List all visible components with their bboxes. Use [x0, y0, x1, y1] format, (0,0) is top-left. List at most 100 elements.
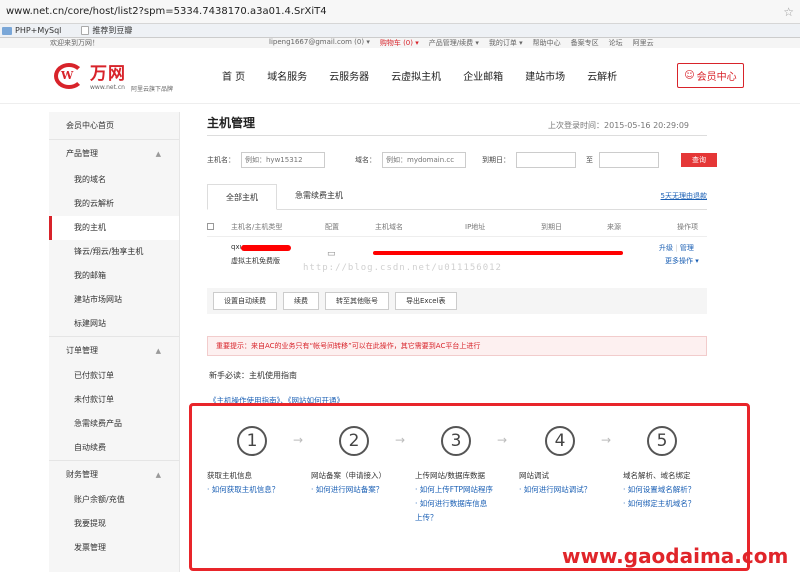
step-5-icon: 5: [647, 426, 677, 456]
step-4-icon: 4: [545, 426, 575, 456]
search-form: 主机名： 域名： 到期日： 至 查询: [207, 152, 800, 168]
sidebar-item-my-mail[interactable]: 我的邮箱: [49, 264, 179, 288]
step-1-title: 获取主机信息: [207, 471, 252, 480]
bookmark-douban[interactable]: 推荐到豆瓣: [81, 25, 132, 36]
query-button[interactable]: 查询: [681, 153, 717, 167]
site-topbar: 欢迎来到万网！ lipeng1667@gmail.com (0) ▾ 购物车 (…: [0, 38, 800, 48]
nav-virtual-host[interactable]: 云虚拟主机: [391, 68, 441, 83]
auto-renew-button[interactable]: 设置自动续费: [213, 292, 277, 310]
guide-links[interactable]: 《主机操作使用指南》、《网站如何开通》: [207, 395, 800, 406]
sidebar-item-auto-renew[interactable]: 自动续费: [49, 436, 179, 460]
col-domain: 主机域名: [375, 223, 403, 231]
redaction-line: [373, 251, 623, 255]
sidebar-item-dedicated-hosts[interactable]: 锋云/翔云/独享主机: [49, 240, 179, 264]
page-title: 主机管理: [207, 116, 256, 130]
arrow-icon: →: [601, 433, 612, 447]
welcome-text: 欢迎来到万网！: [50, 39, 99, 47]
sidebar-item-market-sites[interactable]: 建站市场网站: [49, 288, 179, 312]
expire-to-input[interactable]: [599, 152, 659, 168]
col-actions: 操作项: [677, 223, 698, 231]
step-3-link-db[interactable]: · 如何进行数据库信息: [415, 498, 487, 509]
col-ip: IP地址: [465, 223, 486, 231]
expire-from-input[interactable]: [516, 152, 576, 168]
export-excel-button[interactable]: 导出Excel表: [395, 292, 457, 310]
upgrade-link[interactable]: 升级: [659, 244, 673, 252]
logo-name: 万网: [90, 63, 126, 84]
sidebar-item-my-dns[interactable]: 我的云解析: [49, 192, 179, 216]
sidebar-item-urgent-renew[interactable]: 急需续费产品: [49, 412, 179, 436]
tab-urgent-renew[interactable]: 急需续费主机: [277, 183, 361, 209]
bulk-actions: 设置自动续费 续费 转至其他账号 导出Excel表: [207, 288, 707, 314]
orders-menu[interactable]: 我的订单 ▾: [489, 38, 523, 48]
logo-domain: www.net.cn: [90, 83, 125, 91]
sidebar-group-finance[interactable]: 财务管理 ▲: [49, 460, 179, 488]
sidebar-item-paid-orders[interactable]: 已付款订单: [49, 364, 179, 388]
nav-mail[interactable]: 企业邮箱: [463, 68, 503, 83]
member-center-button[interactable]: ☺ 会员中心: [677, 63, 744, 88]
sidebar-item-invoice[interactable]: 发票管理: [49, 536, 179, 560]
step-1-icon: 1: [237, 426, 267, 456]
forum-link[interactable]: 论坛: [609, 38, 623, 48]
nav-cloud-server[interactable]: 云服务器: [329, 68, 369, 83]
col-expire: 到期日: [541, 223, 562, 231]
sidebar-item-my-domains[interactable]: 我的域名: [49, 168, 179, 192]
sidebar-item-balance[interactable]: 账户余额/充值: [49, 488, 179, 512]
bookmark-star-icon[interactable]: ☆: [783, 5, 794, 19]
host-name-input[interactable]: [241, 152, 325, 168]
sidebar-home[interactable]: 会员中心首页: [49, 112, 179, 140]
host-type: 虚拟主机免费版: [231, 257, 280, 265]
beian-link[interactable]: 备案专区: [571, 38, 599, 48]
arrow-icon: →: [293, 433, 304, 447]
manage-link[interactable]: 管理: [680, 244, 694, 252]
step-3-link-db-cont[interactable]: 上传？: [415, 512, 438, 523]
collapse-caret-icon: ▲: [155, 347, 161, 355]
product-menu[interactable]: 产品管理/续费 ▾: [429, 38, 479, 48]
sidebar-item-my-hosts[interactable]: 我的主机: [49, 216, 179, 240]
step-3-title: 上传网站/数据库数据: [415, 471, 486, 480]
step-1-link[interactable]: · 如何获取主机信息？: [207, 484, 279, 495]
step-4-link[interactable]: · 如何进行网站调试？: [519, 484, 591, 495]
blog-watermark: http://blog.csdn.net/u011156012: [303, 263, 502, 273]
domain-input[interactable]: [382, 152, 466, 168]
nav-domain[interactable]: 域名服务: [267, 68, 307, 83]
tab-all-hosts[interactable]: 全部主机: [207, 184, 277, 210]
help-link[interactable]: 帮助中心: [533, 38, 561, 48]
logo[interactable]: W 万网 www.net.cn 阿里云旗下品牌: [52, 59, 222, 93]
cart-link[interactable]: 购物车 (0) ▾: [380, 38, 419, 48]
more-actions-link[interactable]: 更多操作 ▾: [665, 257, 699, 265]
sidebar-item-standard-sites[interactable]: 标建网站: [49, 312, 179, 336]
step-5-link-bind[interactable]: · 如何绑定主机域名？: [623, 498, 695, 509]
redaction-mark: [241, 245, 291, 251]
host-tabs: 全部主机 急需续费主机 5天无理由退款: [207, 184, 707, 210]
step-5-link-dns[interactable]: · 如何设置域名解析？: [623, 484, 695, 495]
select-all-checkbox[interactable]: [207, 222, 214, 230]
nav-home[interactable]: 首 页: [222, 68, 245, 83]
address-bar[interactable]: www.net.cn/core/host/list2?spm=5334.7438…: [0, 0, 800, 24]
nav-dns[interactable]: 云解析: [587, 68, 617, 83]
bookmark-php-mysql[interactable]: PHP+MySql: [2, 26, 61, 35]
bookmarks-bar: PHP+MySql 推荐到豆瓣: [0, 24, 800, 38]
account-menu[interactable]: lipeng1667@gmail.com (0) ▾: [269, 38, 370, 48]
sidebar-item-withdraw[interactable]: 我要提现: [49, 512, 179, 536]
folder-icon: [2, 26, 12, 35]
sidebar-item-unpaid-orders[interactable]: 未付款订单: [49, 388, 179, 412]
nav-site-market[interactable]: 建站市场: [525, 68, 565, 83]
transfer-account-button[interactable]: 转至其他账号: [325, 292, 389, 310]
sidebar-group-orders[interactable]: 订单管理 ▲: [49, 336, 179, 364]
step-5-title: 域名解析、域名绑定: [623, 471, 691, 480]
main-content: 主机管理 上次登录时间：2015-05-16 20:29:09 主机名： 域名：…: [180, 112, 800, 572]
step-2-link[interactable]: · 如何进行网站备案？: [311, 484, 383, 495]
config-icon[interactable]: ▭: [327, 249, 336, 259]
step-2-icon: 2: [339, 426, 369, 456]
expire-label: 到期日：: [482, 156, 510, 164]
guide-title: 新手必读：主机使用指南: [209, 371, 297, 380]
aliyun-link[interactable]: 阿里云: [633, 38, 654, 48]
table-header: 主机名/主机类型 配置 主机域名 IP地址 到期日 来源 操作项: [207, 216, 707, 236]
refund-link[interactable]: 5天无理由退款: [661, 183, 707, 209]
renew-button[interactable]: 续费: [283, 292, 319, 310]
sidebar-group-products[interactable]: 产品管理 ▲: [49, 140, 179, 168]
sidebar: 会员中心首页 产品管理 ▲ 我的域名 我的云解析 我的主机 锋云/翔云/独享主机…: [49, 112, 180, 572]
to-label: 至: [586, 156, 593, 164]
step-3-link-ftp[interactable]: · 如何上传FTP网站程序: [415, 484, 493, 495]
step-3-icon: 3: [441, 426, 471, 456]
